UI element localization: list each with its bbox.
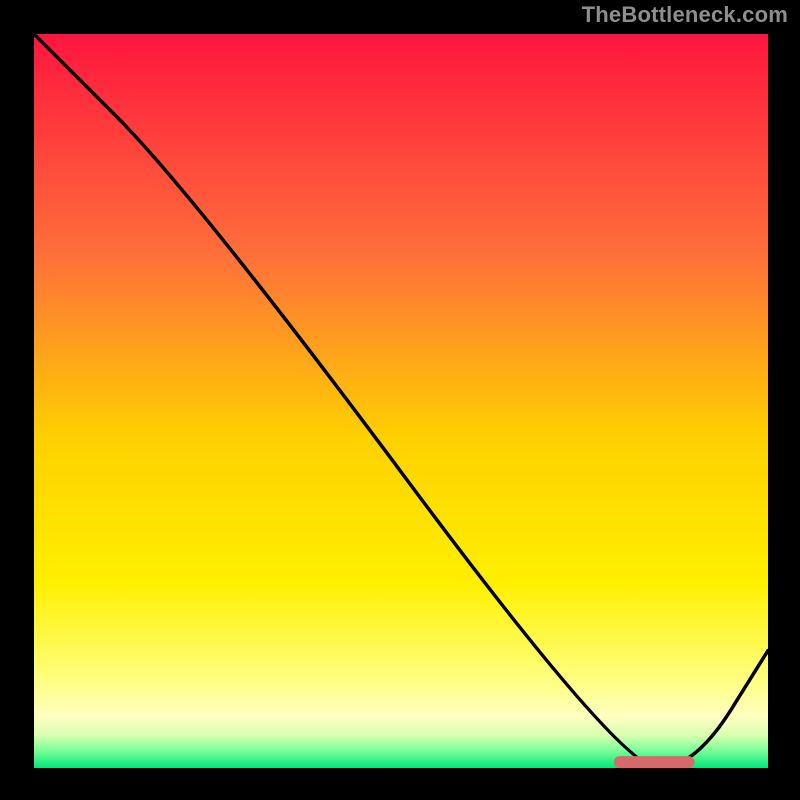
bottleneck-chart	[0, 0, 800, 800]
optimum-marker	[614, 756, 695, 768]
chart-container: { "watermark": "TheBottleneck.com", "cha…	[0, 0, 800, 800]
watermark-text: TheBottleneck.com	[582, 2, 788, 28]
